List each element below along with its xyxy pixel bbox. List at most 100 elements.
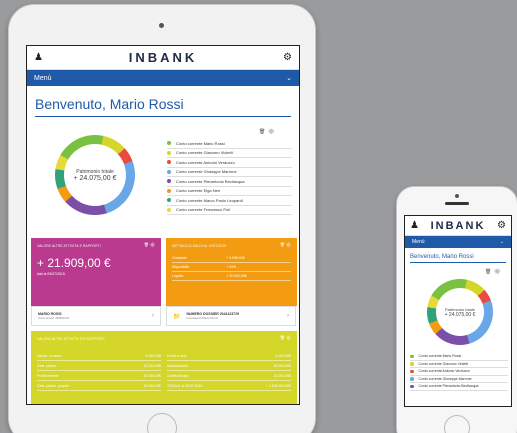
row-label: Pronti termine <box>37 373 59 378</box>
page-title: Benvenuto, Mario Rossi <box>35 96 291 117</box>
dashboard-cards: Valore altre attività e rapporti 🗑 ⚙ + 2… <box>31 238 297 404</box>
gear-icon[interactable]: ⚙ <box>286 242 291 247</box>
row-value: 20.000,00€ <box>273 373 291 378</box>
card-icons: 🗑 ⚙ <box>280 335 291 340</box>
info-subtitle: Punti servizi 4658/0/2/5 <box>38 316 70 320</box>
balance-detail-card[interactable]: Dettaglio saldi al 10/07/2015 🗑 ⚙ Contab… <box>166 238 297 306</box>
donut-center: Patrimonio totale + 24.075,00 € <box>64 144 126 206</box>
row-value: 30.000,00€ <box>143 383 161 388</box>
gear-icon[interactable]: ⚙ <box>494 269 500 275</box>
account-owner-link[interactable]: MARIO ROSSI Punti servizi 4658/0/2/5 › <box>31 306 161 326</box>
value-row: Pronti termine 20.000,00€ <box>37 371 161 381</box>
card-value: + 21.909,00 € <box>37 256 111 270</box>
other-assets-card[interactable]: Valore altre attività e rapporti 🗑 ⚙ + 2… <box>31 238 161 306</box>
legend-label: Conto corrente Giacomo Violetti <box>418 361 469 366</box>
gear-icon[interactable]: ⚙ <box>150 242 155 247</box>
settings-gears-icon[interactable]: ⚙ <box>497 220 506 231</box>
portfolio-donut-chart: Patrimonio totale + 24.075,00 € <box>55 135 135 215</box>
legend-item[interactable]: Conto corrente Elga Neri <box>167 187 292 196</box>
legend-item[interactable]: Conto corrente Francesco Poli <box>167 206 292 215</box>
chevron-right-icon: › <box>152 313 154 319</box>
trash-icon[interactable]: 🗑 <box>259 129 265 135</box>
row-value: + 20.000,00€ <box>226 271 291 281</box>
legend-label: Conto corrente Elga Neri <box>176 188 221 194</box>
legend-label: Conto corrente Mario Rossi <box>176 140 225 146</box>
card-caption: Dettaglio saldi al 10/07/2015 <box>172 244 227 248</box>
legend-item[interactable]: Conto corrente Mario Rossi <box>410 353 508 361</box>
row-value: 20.000,00€ <box>143 373 161 378</box>
row-label: Liquido <box>172 271 227 281</box>
dossier-link[interactable]: 📁 NUMERO DOSSIER 2041123729 Intestatario… <box>166 306 296 326</box>
table-row: Disponibile + 34% <box>172 262 291 272</box>
legend-label: Conto corrente Pierantonio Bevilacqua <box>176 178 245 184</box>
accounts-legend: Conto corrente Mario Rossi Conto corrente… <box>167 139 292 215</box>
gear-icon[interactable]: ⚙ <box>286 335 291 340</box>
card-icons: 🗑 ⚙ <box>280 242 291 247</box>
menu-bar[interactable]: Menù ⌄ <box>405 236 511 248</box>
camera-dot <box>159 23 164 28</box>
trash-icon[interactable]: 🗑 <box>280 335 285 340</box>
page-title: Benvenuto, Mario Rossi <box>410 254 506 263</box>
menu-bar[interactable]: Menù ⌄ <box>27 70 299 86</box>
menu-label: Menù <box>34 74 52 82</box>
legend-item[interactable]: Conto corrente Giuseppe Marrone <box>410 376 508 383</box>
app-logo[interactable]: INBANK <box>431 220 486 232</box>
legend-color-dot <box>167 188 171 193</box>
legend-color-dot <box>410 384 414 388</box>
legend-color-dot <box>167 198 171 203</box>
legend-color-dot <box>167 160 171 165</box>
row-label: Contabile <box>172 254 227 263</box>
trash-icon[interactable]: 🗑 <box>280 242 285 247</box>
speaker-slot <box>445 202 469 205</box>
legend-item[interactable]: Conto corrente Giuseppe Marrone <box>167 168 292 177</box>
app-logo[interactable]: INBANK <box>129 50 198 65</box>
ipad-screen: ♟ INBANK ⚙ Menù ⌄ Benvenuto, Mario Rossi… <box>26 45 300 405</box>
legend-color-dot <box>167 169 171 174</box>
donut-toolbar: 🗑 ⚙ <box>485 269 501 275</box>
gear-icon[interactable]: ⚙ <box>268 129 274 135</box>
legend-item[interactable]: Conto corrente Antonio Verduzzo <box>167 158 292 168</box>
row-value: + 34% <box>226 262 291 272</box>
chevron-down-icon: ⌄ <box>499 239 504 245</box>
legend-item[interactable]: Conto corrente Giacomo Violetti <box>410 361 508 368</box>
legend-item[interactable]: Conto corrente Pierantonio Bevilacqua <box>167 177 292 187</box>
legend-item[interactable]: Conto corrente Antonio Verduzzo <box>410 368 508 376</box>
donut-value: + 24.075,00 € <box>444 311 476 318</box>
settings-gears-icon[interactable]: ⚙ <box>283 52 292 63</box>
donut-center: Patrimonio totale + 24.075,00 € <box>436 288 484 336</box>
legend-label: Conto corrente Mario Rossi <box>418 354 462 359</box>
legend-color-dot <box>167 150 171 155</box>
left-column: Depos. conserv. 4.000,00€ Gest. patrim. 37… <box>37 351 161 391</box>
chevron-down-icon: ⌄ <box>286 75 292 82</box>
card-date: dati al 09/07/2015 <box>37 272 65 276</box>
card-icons: 🗑 ⚙ <box>144 242 155 247</box>
home-button[interactable] <box>147 413 177 433</box>
legend-label: Conto corrente Antonio Verduzzo <box>418 369 470 374</box>
ipad-device: ♟ INBANK ⚙ Menù ⌄ Benvenuto, Mario Rossi… <box>8 4 316 433</box>
legend-item[interactable]: Conto corrente Pierantonio Bevilacqua <box>410 383 508 391</box>
row-label: Gest. patrim. proprie <box>37 383 69 388</box>
iphone-device: ♟ INBANK ⚙ Menù ⌄ Benvenuto, Mario Rossi… <box>396 186 517 433</box>
card-caption: Valore altre attività e/o rapporti <box>37 337 105 341</box>
legend-item[interactable]: Conto corrente Giacomo Violetti <box>167 149 292 158</box>
legend-item[interactable]: Conto corrente Marco Paolo Leopardi <box>167 196 292 206</box>
value-row: Depos. conserv. 4.000,00€ <box>37 351 161 361</box>
menu-label: Menù <box>412 239 425 245</box>
user-icon[interactable]: ♟ <box>410 220 419 231</box>
row-value: 4.000,00€ <box>275 353 291 358</box>
value-row: Gest. patrim. 37.000,00€ <box>37 361 161 371</box>
user-icon[interactable]: ♟ <box>34 52 43 63</box>
row-label: Fondi in sott. <box>167 353 188 358</box>
row-value: 37.000,00€ <box>143 363 161 368</box>
trash-icon[interactable]: 🗑 <box>485 269 491 275</box>
legend-item[interactable]: Conto corrente Mario Rossi <box>167 139 292 149</box>
right-column: Fondi in sott. 4.000,00€ Assicurazioni 20.… <box>167 351 291 391</box>
other-relations-card[interactable]: Valore altre attività e/o rapporti 🗑 ⚙ D… <box>31 331 297 404</box>
app-header: ♟ INBANK ⚙ <box>405 216 511 236</box>
home-button[interactable] <box>444 415 470 433</box>
trash-icon[interactable]: 🗑 <box>144 242 149 247</box>
info-subtitle: Intestatario Mario Rossi <box>186 316 218 320</box>
portfolio-section: 🗑 ⚙ Patrimonio totale + 24.075,00 € Cont… <box>405 263 511 406</box>
chevron-right-icon: › <box>287 313 289 319</box>
row-label: Depos. conserv. <box>37 353 63 358</box>
